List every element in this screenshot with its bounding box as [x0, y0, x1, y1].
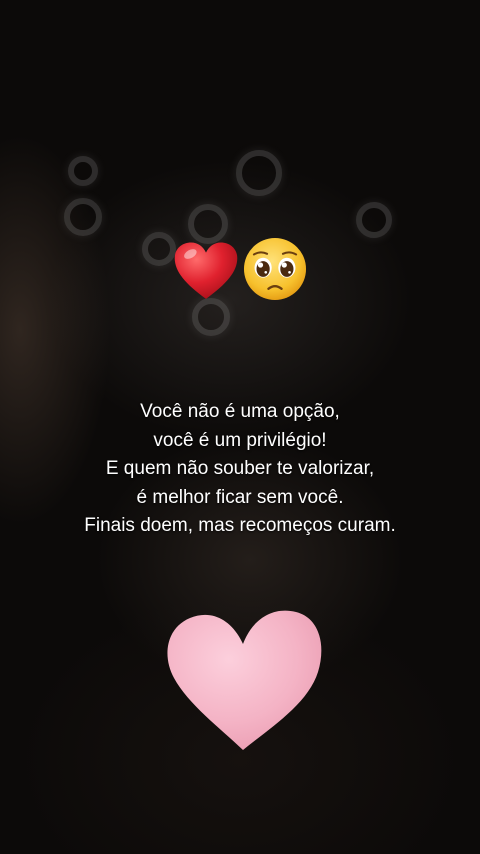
bokeh-light	[356, 202, 392, 238]
quote-line: Você não é uma opção,	[140, 401, 340, 422]
quote-line: E quem não souber te valorizar,	[105, 458, 375, 479]
pink-heart-icon	[167, 610, 322, 750]
quote-text: Você não é uma opção, você é um privilég…	[0, 398, 480, 541]
bokeh-light	[68, 156, 98, 186]
quote-line: Finais doem, mas recomeços curam.	[84, 515, 396, 536]
pleading-face-icon	[243, 237, 307, 301]
video-frame: Você não é uma opção, você é um privilég…	[0, 0, 480, 854]
bokeh-light	[236, 150, 282, 196]
bokeh-light	[64, 198, 102, 236]
quote-line: é melhor ficar sem você.	[136, 486, 344, 508]
emoji-row	[0, 236, 480, 306]
red-heart-icon	[174, 242, 238, 299]
quote-line: você é um privilégio!	[153, 429, 327, 451]
